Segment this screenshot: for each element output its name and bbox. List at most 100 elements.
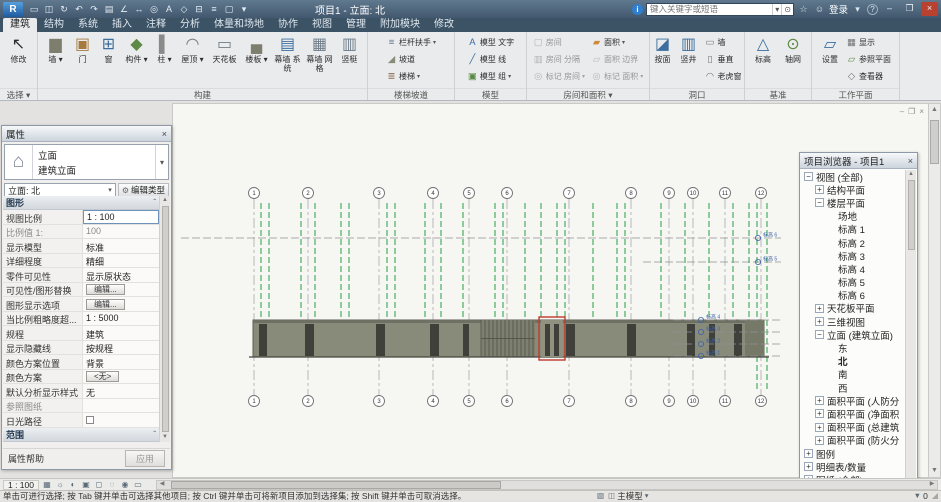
expand-icon[interactable]: + [815,409,824,418]
button-房间[interactable]: ▢房间 [531,34,587,51]
tree-item[interactable]: 东 [801,341,905,354]
default-3d-view-icon[interactable]: ◇ [177,2,191,16]
button-查看器[interactable]: ◇查看器 [844,68,893,85]
property-value[interactable]: 编辑... [83,283,159,297]
thin-lines-icon[interactable]: ≡ [207,2,221,16]
property-value[interactable]: 编辑... [83,297,159,311]
button-显示[interactable]: ▦显示 [844,34,893,51]
button-天花板[interactable]: ▭天花板 [209,34,241,65]
expand-icon[interactable]: + [815,396,824,405]
button-修改[interactable]: ↖修改 [4,34,34,65]
button-竖井[interactable]: ▥竖井 [677,34,701,65]
measure-icon[interactable]: ∠ [117,2,131,16]
crop-view-icon[interactable]: ▣ [80,480,92,490]
tree-item[interactable]: 场地 [801,210,905,223]
collapse-icon[interactable]: ˆ [153,198,156,207]
print-icon[interactable]: ▤ [102,2,116,16]
close-hidden-windows-icon[interactable]: ▢ [222,2,236,16]
properties-help-link[interactable]: 属性帮助 [8,452,44,465]
view-restore-icon[interactable]: ❐ [908,107,915,116]
button-屋顶[interactable]: ◠屋顶 ▾ [179,34,207,65]
scroll-thumb[interactable] [162,206,169,432]
scroll-right-icon[interactable]: ▶ [927,480,937,489]
tree-item[interactable]: +面积平面 (防火分 [801,434,905,447]
resize-grip[interactable]: ◢ [932,491,938,500]
tree-item[interactable]: +面积平面 (人防分 [801,394,905,407]
edit-type-button[interactable]: ⚙ 编辑类型 [118,183,169,197]
user-interface-icon[interactable]: ▾ [237,2,251,16]
display-style-icon[interactable]: ▦ [41,480,53,490]
button-模型线[interactable]: ╱模型 线 [465,51,516,68]
button-参照平面[interactable]: ▱参照平面 [844,51,893,68]
expand-icon[interactable]: + [804,462,813,471]
tab-分析[interactable]: 分析 [173,18,207,32]
shadows-icon[interactable]: ◐ [67,480,79,490]
revit-logo-icon[interactable]: R [3,2,23,17]
property-edit-button[interactable]: 编辑... [86,299,125,310]
scroll-down-icon[interactable]: ▼ [929,465,940,477]
property-value[interactable]: 1 : 100 [83,210,159,224]
tab-系统[interactable]: 系统 [71,18,105,32]
close-button[interactable]: × [921,2,938,16]
property-edit-button[interactable]: 编辑... [86,284,125,295]
tree-item[interactable]: +面积平面 (净面积 [801,407,905,420]
scroll-left-icon[interactable]: ◀ [157,480,167,489]
project-browser-close-icon[interactable]: × [905,156,913,166]
property-value[interactable] [83,399,159,413]
button-模型组[interactable]: ▣模型 组▾ [465,68,516,85]
tab-体量和场地[interactable]: 体量和场地 [207,18,271,32]
button-墙[interactable]: ▭墙 [703,34,744,51]
tab-管理[interactable]: 管理 [339,18,373,32]
canvas-vertical-scrollbar[interactable]: ▲ ▼ [928,103,941,478]
signin-dropdown-icon[interactable]: ▾ [851,4,864,15]
save-icon[interactable]: ◫ [42,2,56,16]
tab-协作[interactable]: 协作 [271,18,305,32]
scroll-thumb[interactable] [908,180,915,250]
aligned-dimension-icon[interactable]: ↔ [132,2,146,16]
tab-结构[interactable]: 结构 [37,18,71,32]
browser-scrollbar[interactable]: ▲ ▼ [905,170,916,486]
property-value[interactable]: 显示原状态 [83,268,159,282]
canvas-horizontal-scrollbar[interactable]: ◀ ▶ [156,480,938,490]
button-面积边界[interactable]: ▱面积 边界 [589,51,645,68]
exchange-apps-icon[interactable]: ☆ [797,4,810,15]
checkbox[interactable] [86,416,94,424]
filter-icon[interactable]: ▼ [914,491,921,500]
expand-icon[interactable]: + [815,423,824,432]
scroll-up-icon[interactable]: ▲ [906,170,916,179]
collapse-icon[interactable]: − [815,330,824,339]
view-selector[interactable]: 立面: 北 ▾ [4,183,116,197]
button-门[interactable]: ▣门 [71,34,95,65]
property-value[interactable]: 按规程 [83,341,159,355]
grid-lines[interactable]: 112233445566778899101011111212 [249,188,767,407]
view-scale-button[interactable]: 1 : 100 [3,480,39,490]
project-browser-header[interactable]: 项目浏览器 - 项目1 × [800,153,917,169]
tree-item[interactable]: 标高 6 [801,289,905,302]
reference-planes[interactable] [261,203,767,389]
restore-button[interactable]: ❐ [901,2,918,16]
button-竖梃[interactable]: ▥竖梃 [337,34,363,65]
expand-icon[interactable]: + [804,449,813,458]
group-graphics[interactable]: 图形 ˆ [3,196,159,210]
tree-item[interactable]: −立面 (建筑立面) [801,328,905,341]
button-幕墙网格[interactable]: ▦幕墙 网格 [305,34,335,73]
button-标记房间[interactable]: ◎标记 房间▾ [531,68,587,85]
collapse-icon[interactable]: − [815,198,824,207]
button-栏杆扶手[interactable]: ≡栏杆扶手▾ [384,34,438,51]
tree-item[interactable]: 标高 4 [801,262,905,275]
redo-icon[interactable]: ↷ [87,2,101,16]
button-楼板[interactable]: ▄楼板 ▾ [243,34,271,65]
collapse-icon[interactable]: − [804,172,813,181]
tree-item[interactable]: +面积平面 (总建筑 [801,421,905,434]
tab-视图[interactable]: 视图 [305,18,339,32]
worksets-icon[interactable]: ▧ [597,491,604,500]
expand-icon[interactable]: + [815,317,824,326]
tree-item[interactable]: −视图 (全部) [801,170,905,183]
property-value[interactable]: 建筑 [83,326,159,340]
tree-item[interactable]: +天花板平面 [801,302,905,315]
tab-建筑[interactable]: 建筑 [3,18,37,32]
tree-item[interactable]: +明细表/数量 [801,460,905,473]
button-标记面积[interactable]: ◎标记 面积▾ [589,68,645,85]
view-close-icon[interactable]: × [919,107,924,116]
apply-button[interactable]: 应用 [125,450,165,467]
